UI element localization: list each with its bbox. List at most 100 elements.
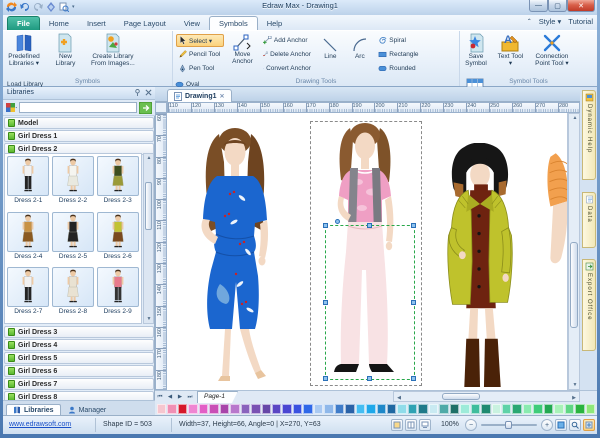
docked-tab-data[interactable]: Data (582, 192, 596, 248)
pan-mode-button[interactable] (583, 419, 595, 431)
zoom-slider-knob[interactable] (505, 421, 512, 429)
scroll-right-icon[interactable]: ▶ (570, 394, 578, 402)
select-tool-button[interactable]: Select ▾ (176, 34, 224, 47)
line-tool-button[interactable]: Line (317, 31, 343, 75)
color-swatch[interactable] (272, 404, 281, 414)
edrawsoft-link[interactable]: www.edrawsoft.com (9, 421, 71, 428)
color-swatch[interactable] (586, 404, 595, 414)
thumbnail-dress-2-9[interactable]: Dress 2-9 (96, 267, 139, 321)
color-swatch[interactable] (345, 404, 354, 414)
thumbnail-dress-2-3[interactable]: Dress 2-3 (96, 156, 139, 210)
selection-handle[interactable] (367, 223, 372, 228)
library-bar-girl-dress-6[interactable]: Girl Dress 6 (4, 365, 154, 377)
docked-tab-dynamic-help[interactable]: Dynamic Help (582, 90, 596, 180)
selection-handle[interactable] (411, 223, 416, 228)
zoom-tool-button[interactable] (569, 419, 581, 431)
delete-anchor-button[interactable]: Delete Anchor (261, 48, 313, 61)
tutorial-menu[interactable]: Tutorial (568, 17, 593, 26)
close-button[interactable]: ✕ (567, 0, 595, 12)
thumbnail-dress-2-4[interactable]: Dress 2-4 (7, 212, 50, 266)
library-bar-girl-dress-7[interactable]: Girl Dress 7 (4, 378, 154, 390)
color-swatch[interactable] (408, 404, 417, 414)
color-swatch[interactable] (199, 404, 208, 414)
selection-handle[interactable] (367, 376, 372, 381)
predefined-libraries-button[interactable]: Predefined Libraries ▾ (3, 31, 45, 75)
color-swatch[interactable] (471, 404, 480, 414)
color-swatch[interactable] (241, 404, 250, 414)
color-swatch[interactable] (335, 404, 344, 414)
color-swatch[interactable] (293, 404, 302, 414)
color-swatch[interactable] (377, 404, 386, 414)
pencil-tool-button[interactable]: Pencil Tool (176, 48, 224, 61)
view-normal-button[interactable] (391, 419, 403, 431)
library-search-input[interactable] (19, 102, 137, 113)
library-bar-girl-dress-3[interactable]: Girl Dress 3 (4, 326, 154, 338)
tab-page-layout[interactable]: Page Layout (115, 17, 175, 30)
maximize-button[interactable]: ▢ (548, 0, 567, 12)
library-bar-girl-dress-4[interactable]: Girl Dress 4 (4, 339, 154, 351)
selection-handle[interactable] (323, 300, 328, 305)
scroll-up-icon[interactable]: ▲ (571, 114, 579, 122)
library-go-button[interactable] (139, 102, 152, 114)
tab-symbols[interactable]: Symbols (209, 16, 258, 30)
color-swatch[interactable] (230, 404, 239, 414)
sidebar-tab-manager[interactable]: Manager (62, 405, 113, 415)
convert-anchor-button[interactable]: Convert Anchor (261, 62, 313, 75)
color-swatch[interactable] (429, 404, 438, 414)
library-color-icon[interactable] (6, 103, 17, 113)
scroll-left-icon[interactable]: ◀ (395, 394, 403, 402)
next-page-button[interactable]: ▶ (175, 392, 185, 402)
color-swatch[interactable] (282, 404, 291, 414)
tab-help[interactable]: Help (258, 17, 291, 30)
selection-handle[interactable] (411, 376, 416, 381)
color-swatch[interactable] (575, 404, 584, 414)
color-swatch[interactable] (324, 404, 333, 414)
color-swatch[interactable] (314, 404, 323, 414)
add-anchor-button[interactable]: Add Anchor (261, 34, 313, 47)
fit-page-button[interactable] (555, 419, 567, 431)
tab-view[interactable]: View (175, 17, 209, 30)
thumbnails-scrollbar[interactable]: ▲ ▼ (143, 153, 154, 324)
arc-tool-button[interactable]: Arc (348, 31, 372, 75)
rotation-handle[interactable] (335, 219, 340, 224)
color-swatch[interactable] (262, 404, 271, 414)
symbol-sleeve-arm[interactable] (538, 146, 568, 276)
thumbnail-dress-2-7[interactable]: Dress 2-7 (7, 267, 50, 321)
scroll-up-icon[interactable]: ▲ (145, 154, 153, 162)
color-swatch[interactable] (157, 404, 166, 414)
rounded-rect-tool-button[interactable]: Rounded (376, 62, 424, 75)
save-symbol-button[interactable]: Save Symbol (460, 31, 492, 75)
selection-handle[interactable] (323, 223, 328, 228)
color-swatch[interactable] (356, 404, 365, 414)
selection-handle[interactable] (323, 376, 328, 381)
zoom-out-button[interactable]: − (465, 419, 477, 431)
view-print-button[interactable] (419, 419, 431, 431)
figure-coat-dress[interactable] (423, 143, 541, 389)
spiral-tool-button[interactable]: Spiral (376, 34, 424, 47)
figure-blue-dress[interactable] (170, 124, 300, 390)
color-swatch[interactable] (544, 404, 553, 414)
thumbnail-dress-2-5[interactable]: Dress 2-5 (52, 212, 95, 266)
zoom-slider[interactable] (481, 424, 537, 426)
color-swatch[interactable] (220, 404, 229, 414)
library-bar-girl-dress-1[interactable]: Girl Dress 1 (4, 130, 154, 142)
thumbnail-dress-2-6[interactable]: Dress 2-6 (96, 212, 139, 266)
color-swatch[interactable] (512, 404, 521, 414)
first-page-button[interactable]: ⏮ (155, 392, 165, 402)
color-swatch[interactable] (523, 404, 532, 414)
color-swatch[interactable] (366, 404, 375, 414)
panel-close-icon[interactable] (145, 89, 152, 96)
color-swatch[interactable] (502, 404, 511, 414)
color-swatch[interactable] (387, 404, 396, 414)
horizontal-scrollbar[interactable]: ◀ ▶ (393, 391, 580, 402)
style-menu[interactable]: Style ▾ (539, 17, 562, 26)
library-bar-girl-dress-5[interactable]: Girl Dress 5 (4, 352, 154, 364)
scroll-down-icon[interactable]: ▼ (571, 381, 579, 389)
tab-home[interactable]: Home (40, 17, 78, 30)
color-swatch[interactable] (303, 404, 312, 414)
minimize-button[interactable]: — (529, 0, 548, 12)
tab-file[interactable]: File (7, 16, 40, 30)
color-swatch[interactable] (439, 404, 448, 414)
tab-close-icon[interactable]: ✕ (220, 93, 225, 100)
vertical-scrollbar[interactable]: ▲ ▼ (568, 113, 580, 390)
